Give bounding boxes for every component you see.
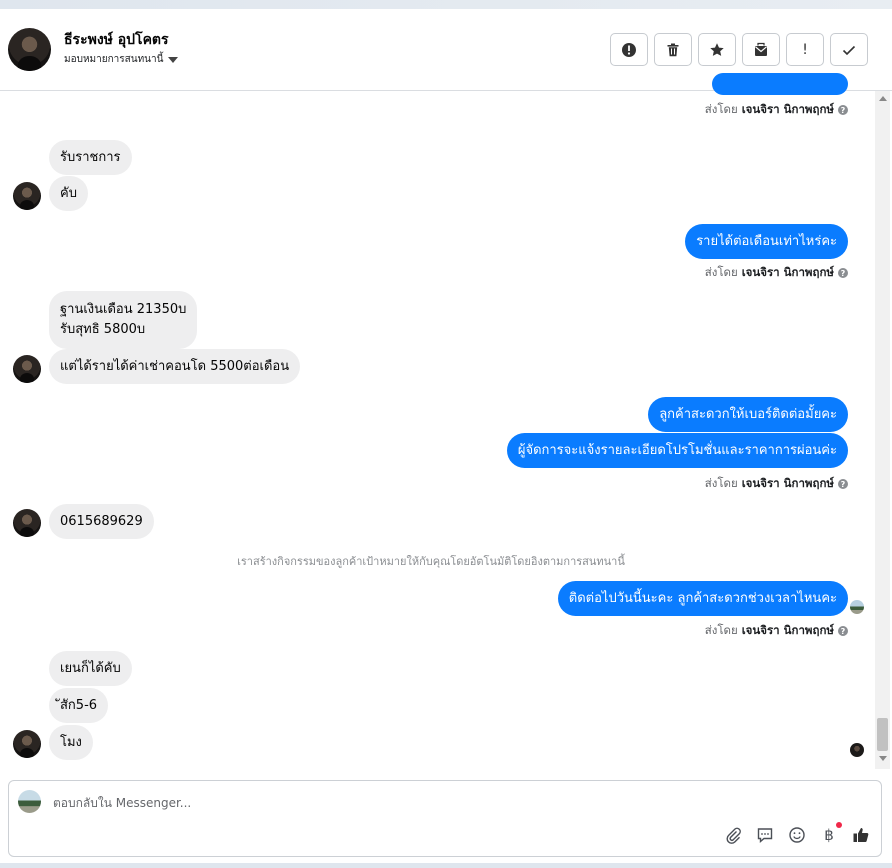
follow-up-label: !	[802, 41, 808, 58]
sent-by-label: ส่งโดย เจนจิรา นิกาพฤกษ์ ?	[705, 622, 848, 640]
saved-replies-button[interactable]	[755, 825, 775, 845]
message-bubble-incoming[interactable]: รับราชการ	[49, 140, 132, 175]
window-top-strip	[0, 0, 892, 9]
message-thread[interactable]: ส่งโดย เจนจิรา นิกาพฤกษ์ ? รับราชการ คับ…	[0, 73, 892, 771]
baht-icon: ฿	[824, 826, 834, 844]
sent-by-label: ส่งโดย เจนจิรา นิกาพฤกษ์ ?	[705, 264, 848, 282]
emoji-button[interactable]	[787, 825, 807, 845]
message-bubble-incoming[interactable]: ฐานเงินเดือน 21350บ รับสุทธิ 5800บ	[49, 291, 198, 349]
message-bubble-outgoing[interactable]: รายได้ต่อเดือนเท่าไหร่คะ	[685, 224, 848, 259]
message-bubble-incoming[interactable]: 0615689629	[49, 504, 154, 539]
system-notice: เราสร้างกิจกรรมของลูกค้าเป้าหมายให้กับคุ…	[237, 555, 625, 568]
trash-icon	[667, 43, 679, 56]
info-icon[interactable]: ?	[838, 268, 848, 278]
info-icon[interactable]: ?	[838, 105, 848, 115]
assign-conversation-dropdown[interactable]: มอบหมายการสนทนานี้	[64, 52, 179, 67]
reply-composer: ฿	[8, 780, 882, 857]
info-icon[interactable]: ?	[838, 626, 848, 636]
emoji-icon	[789, 827, 805, 843]
like-button[interactable]	[851, 825, 871, 845]
thread-scrollbar[interactable]	[875, 91, 890, 769]
message-bubble-incoming[interactable]: โมง	[49, 725, 93, 760]
contact-name[interactable]: ธีระพงษ์ อุปโคตร	[64, 29, 169, 51]
message-bubble-outgoing-partial	[712, 73, 848, 95]
seen-receipt-avatar	[850, 600, 864, 614]
conversation-actions: !	[610, 33, 868, 66]
sent-by-label: ส่งโดย เจนจิรา นิกาพฤกษ์ ?	[705, 101, 848, 119]
message-bubble-incoming[interactable]: ัสัก5-6	[49, 688, 109, 723]
star-button[interactable]	[698, 33, 736, 66]
message-bubble-incoming[interactable]: คับ	[49, 176, 88, 211]
attach-button[interactable]	[723, 825, 743, 845]
like-icon	[853, 828, 869, 842]
contact-avatar[interactable]	[8, 28, 51, 71]
caret-down-icon	[168, 56, 179, 63]
sent-by-label: ส่งโดย เจนจิรา นิกาพฤกษ์ ?	[705, 475, 848, 493]
star-icon	[710, 42, 724, 56]
paperclip-icon	[726, 827, 741, 844]
message-bubble-outgoing[interactable]: ผู้จัดการจะแจ้งรายละเอียดโปรโมชั่นและราค…	[506, 433, 848, 468]
page-avatar	[18, 790, 41, 813]
delete-button[interactable]	[654, 33, 692, 66]
mark-unread-button[interactable]	[742, 33, 780, 66]
mark-done-button[interactable]	[830, 33, 868, 66]
spam-button[interactable]	[610, 33, 648, 66]
reply-input[interactable]	[53, 793, 753, 813]
window-bottom-strip	[0, 863, 892, 868]
composer-tools: ฿	[723, 822, 871, 845]
payment-button[interactable]: ฿	[819, 822, 842, 845]
follow-up-button[interactable]: !	[786, 33, 824, 66]
info-icon[interactable]: ?	[838, 479, 848, 489]
check-icon	[842, 45, 856, 55]
scrollbar-thumb[interactable]	[877, 718, 888, 751]
scroll-down-arrow-icon[interactable]	[879, 756, 887, 761]
assign-label: มอบหมายการสนทนานี้	[64, 54, 164, 65]
message-bubble-incoming[interactable]: แต่ได้รายได้ค่าเช่าคอนโด 5500ต่อเดือน	[49, 349, 301, 384]
scroll-up-arrow-icon[interactable]	[879, 96, 887, 101]
saved-reply-icon	[757, 828, 773, 844]
message-bubble-outgoing[interactable]: ลูกค้าสะดวกให้เบอร์ติดต่อมั้ยคะ	[648, 397, 848, 432]
contact-avatar-small	[13, 509, 41, 537]
contact-avatar-small	[13, 730, 41, 758]
inbox-conversation-panel: ธีระพงษ์ อุปโคตร มอบหมายการสนทนานี้ ! ส่…	[0, 9, 892, 863]
notification-dot	[836, 822, 842, 828]
message-line: รับสุทธิ 5800บ	[60, 322, 146, 337]
message-line: ฐานเงินเดือน 21350บ	[60, 302, 187, 317]
contact-avatar-small	[13, 182, 41, 210]
seen-receipt-avatar	[850, 743, 864, 757]
contact-avatar-small	[13, 355, 41, 383]
message-bubble-outgoing[interactable]: ติดต่อไปวันนี้นะคะ ลูกค้าสะดวกช่วงเวลาไห…	[557, 581, 848, 616]
message-bubble-incoming[interactable]: เยนก็ได้คับ	[49, 651, 132, 686]
exclamation-circle-icon	[622, 42, 636, 57]
envelope-icon	[755, 42, 767, 56]
